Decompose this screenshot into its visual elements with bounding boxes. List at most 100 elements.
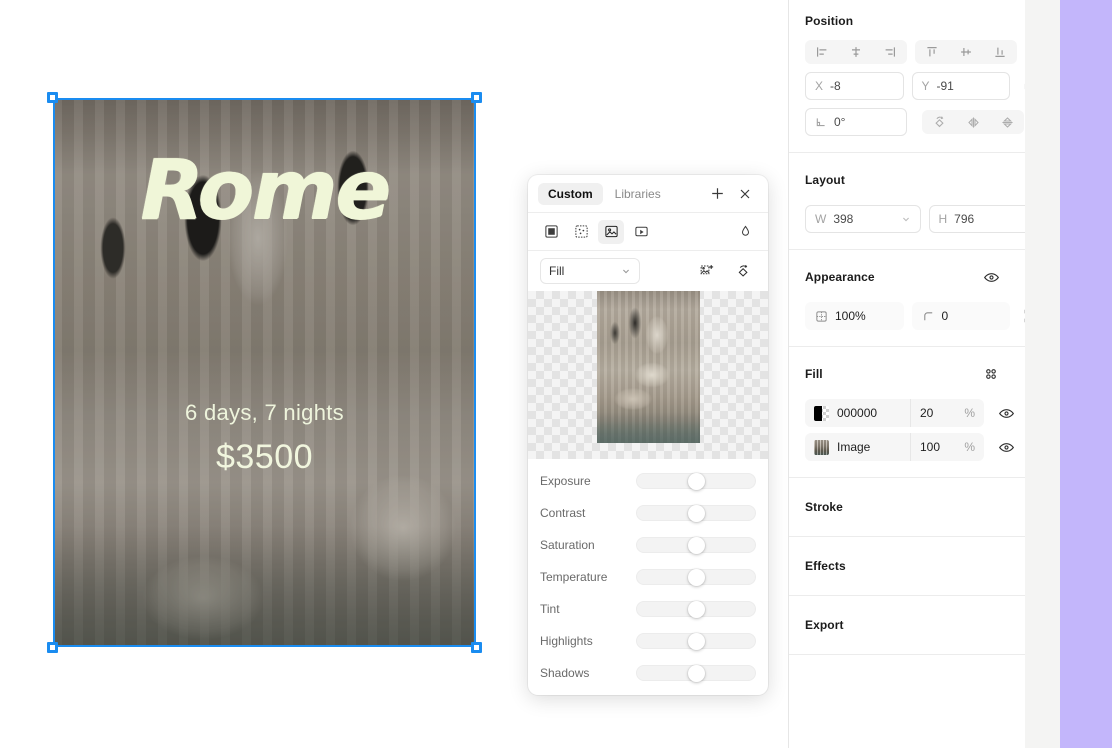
image-ai-icon[interactable]	[694, 259, 720, 283]
align-row	[805, 40, 1044, 64]
eye-icon[interactable]	[997, 404, 1015, 422]
styles-icon[interactable]	[978, 361, 1004, 387]
align-center-horizontal-icon[interactable]	[839, 40, 873, 64]
flip-horizontal-icon[interactable]	[956, 110, 990, 134]
reset-rotate-icon[interactable]	[730, 259, 756, 283]
slider-label: Contrast	[540, 506, 586, 520]
align-horizontal-group	[805, 40, 907, 64]
section-title-fill: Fill	[805, 367, 823, 381]
section-title-stroke: Stroke	[805, 500, 843, 514]
slider-track[interactable]	[636, 664, 756, 682]
align-vertical-group	[915, 40, 1017, 64]
close-icon[interactable]	[732, 182, 758, 206]
section-title-layout: Layout	[805, 173, 845, 187]
image-swatch[interactable]	[814, 439, 829, 455]
slider-track[interactable]	[636, 600, 756, 618]
eye-icon[interactable]	[997, 438, 1015, 456]
opacity-field[interactable]: 100%	[805, 302, 904, 330]
video-icon[interactable]	[628, 220, 654, 244]
slider-tint: Tint	[540, 600, 756, 618]
section-title-export: Export	[805, 618, 844, 632]
noise-icon[interactable]	[568, 220, 594, 244]
rotation-field[interactable]: 0°	[805, 108, 907, 136]
fill-item-image[interactable]: Image 100 %	[805, 433, 1044, 461]
add-image-button[interactable]	[704, 182, 730, 206]
slider-knob[interactable]	[687, 568, 705, 586]
fill-color-main[interactable]: 000000	[805, 399, 910, 427]
section-stroke[interactable]: Stroke	[789, 478, 1060, 537]
fill-color-opacity[interactable]: 20 %	[910, 399, 984, 427]
corner-radius-field[interactable]: 0	[911, 302, 1010, 330]
artboard-rome-poster[interactable]: Rome 6 days, 7 nights $3500	[53, 98, 476, 647]
align-center-vertical-icon[interactable]	[949, 40, 983, 64]
slider-track[interactable]	[636, 504, 756, 522]
image-edit-panel[interactable]: Custom Libraries Fill Exposure Contrast …	[528, 175, 768, 695]
slider-label: Exposure	[540, 474, 591, 488]
slider-label: Highlights	[540, 634, 593, 648]
slider-temperature: Temperature	[540, 568, 756, 586]
image-preview[interactable]	[528, 291, 768, 459]
section-fill: Fill 000000 20 % Image 100 %	[789, 347, 1060, 478]
slider-knob[interactable]	[687, 600, 705, 618]
slider-exposure: Exposure	[540, 472, 756, 490]
slider-knob[interactable]	[687, 472, 705, 490]
appearance-header: Appearance	[805, 264, 1044, 290]
fill-opacity-value: 100	[920, 440, 941, 454]
eye-icon[interactable]	[978, 264, 1004, 290]
artboard-price-text[interactable]: $3500	[53, 438, 476, 477]
fill-opacity-unit: %	[964, 440, 975, 454]
fill-color-value: 000000	[837, 406, 878, 420]
align-top-icon[interactable]	[915, 40, 949, 64]
slider-label: Tint	[540, 602, 560, 616]
section-export[interactable]: Export	[789, 596, 1060, 655]
slider-saturation: Saturation	[540, 536, 756, 554]
adjust-icon[interactable]	[538, 220, 564, 244]
opacity-icon	[815, 310, 828, 323]
x-value: -8	[830, 79, 841, 93]
rotate-icon[interactable]	[922, 110, 956, 134]
slider-track[interactable]	[636, 472, 756, 490]
width-label: W	[815, 212, 827, 226]
section-appearance: Appearance 100% 0	[789, 250, 1060, 347]
image-fit-mode-row: Fill	[528, 251, 768, 291]
width-value: 398	[833, 212, 854, 226]
fill-image-value: Image	[837, 440, 871, 454]
slider-knob[interactable]	[687, 664, 705, 682]
tab-custom[interactable]: Custom	[538, 182, 603, 205]
appearance-row: 100% 0	[805, 302, 1044, 330]
section-effects[interactable]: Effects	[789, 537, 1060, 596]
y-field[interactable]: Y -91	[911, 72, 1010, 100]
app-root: Rome 6 days, 7 nights $3500 Custom Libra…	[0, 0, 1112, 748]
section-position: Position X -8 Y -91 0°	[789, 0, 1060, 153]
fill-item-color[interactable]: 000000 20 %	[805, 399, 1044, 427]
align-bottom-icon[interactable]	[983, 40, 1017, 64]
x-field[interactable]: X -8	[805, 72, 904, 100]
align-right-icon[interactable]	[873, 40, 907, 64]
rotation-value: 0°	[834, 115, 846, 129]
color-swatch[interactable]	[814, 405, 829, 421]
chevron-down-icon[interactable]	[901, 214, 911, 224]
droplet-icon[interactable]	[732, 220, 758, 244]
fill-opacity-value: 20	[920, 406, 934, 420]
wh-row: W 398 H 796	[805, 205, 1044, 233]
slider-shadows: Shadows	[540, 664, 756, 682]
fill-opacity-unit: %	[964, 406, 975, 420]
slider-knob[interactable]	[687, 632, 705, 650]
slider-label: Temperature	[540, 570, 608, 584]
slider-track[interactable]	[636, 632, 756, 650]
tab-libraries[interactable]: Libraries	[605, 183, 671, 205]
image-fit-mode-select[interactable]: Fill	[540, 258, 640, 284]
fill-image-opacity[interactable]: 100 %	[910, 433, 984, 461]
slider-knob[interactable]	[687, 536, 705, 554]
y-value: -91	[936, 79, 954, 93]
slider-knob[interactable]	[687, 504, 705, 522]
align-left-icon[interactable]	[805, 40, 839, 64]
artboard-subline-text[interactable]: 6 days, 7 nights	[53, 400, 476, 426]
slider-track[interactable]	[636, 536, 756, 554]
width-field[interactable]: W 398	[805, 205, 921, 233]
image-icon[interactable]	[598, 219, 624, 244]
artboard-headline-text[interactable]: Rome	[53, 150, 476, 232]
flip-vertical-icon[interactable]	[990, 110, 1024, 134]
slider-track[interactable]	[636, 568, 756, 586]
fill-image-main[interactable]: Image	[805, 433, 910, 461]
